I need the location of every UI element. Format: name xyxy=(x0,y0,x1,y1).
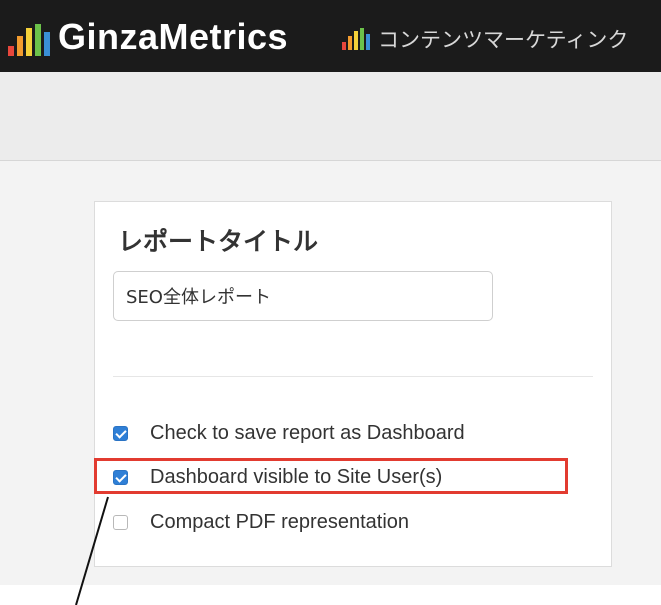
secondary-toolbar xyxy=(0,72,661,161)
save-as-dashboard-checkbox[interactable] xyxy=(113,425,128,441)
save-as-dashboard-option[interactable]: Check to save report as Dashboard xyxy=(113,418,465,448)
compact-pdf-checkbox[interactable] xyxy=(113,514,128,530)
compact-pdf-option[interactable]: Compact PDF representation xyxy=(113,507,409,537)
top-navigation-bar: GinzaMetrics コンテンツマーケティンク xyxy=(0,0,661,72)
compact-pdf-label: Compact PDF representation xyxy=(150,510,410,533)
report-title-input[interactable] xyxy=(113,271,493,321)
divider xyxy=(113,376,593,377)
report-title-label: レポートタイトル xyxy=(118,227,319,256)
brand-logo-text[interactable]: GinzaMetrics xyxy=(58,16,288,58)
bar-chart-app-icon xyxy=(342,28,370,50)
dashboard-visible-option[interactable]: Dashboard visible to Site User(s) xyxy=(113,462,442,492)
dashboard-visible-label: Dashboard visible to Site User(s) xyxy=(150,465,443,488)
bar-chart-logo-icon xyxy=(8,24,50,56)
app-section-title[interactable]: コンテンツマーケティンク xyxy=(378,24,628,54)
dashboard-visible-checkbox[interactable] xyxy=(113,469,128,485)
save-as-dashboard-label: Check to save report as Dashboard xyxy=(150,421,465,444)
